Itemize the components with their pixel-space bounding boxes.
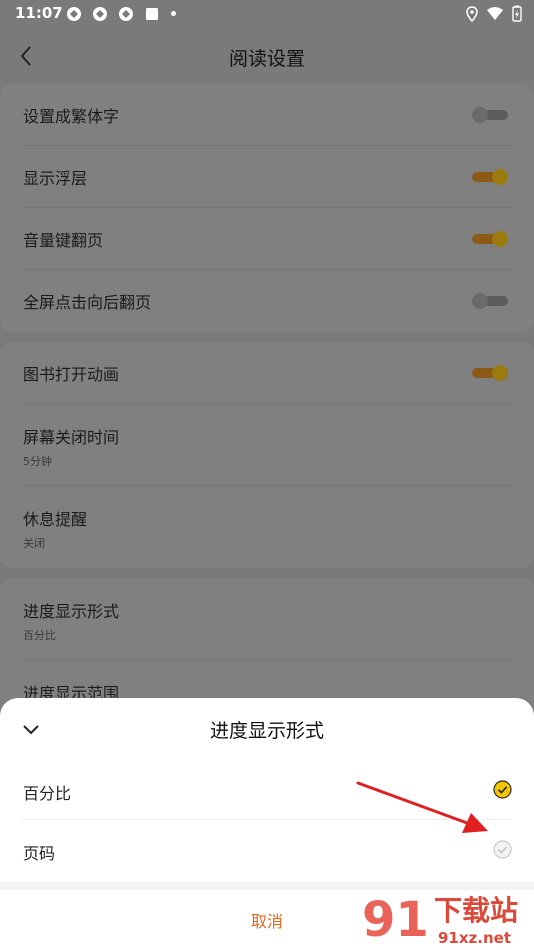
setting-label: 图书打开动画 [23,365,120,384]
watermark-domain: 91xz.net [438,929,511,947]
site-logo-icon: 91 下载站 91xz.net [362,892,518,948]
app-header: 阅读设置 [0,28,534,84]
location-icon [466,5,478,22]
setting-label: 进度显示形式 [23,602,120,621]
sheet-title: 进度显示形式 [209,720,324,742]
sheet-header: 进度显示形式 [0,698,534,760]
notification-app-icon [93,7,107,21]
option-label: 百分比 [23,784,72,803]
setting-value: 关闭 [23,537,45,550]
setting-traditional-chinese[interactable]: 设置成繁体字 [22,84,512,146]
toggle-switch[interactable] [472,230,508,248]
setting-book-open-animation[interactable]: 图书打开动画 [22,342,512,404]
setting-label: 设置成繁体字 [23,107,120,126]
settings-group: 设置成繁体字 显示浮层 音量键翻页 全屏点击向后翻页 [0,84,534,332]
setting-screen-off-time[interactable]: 屏幕关闭时间 5分钟 [22,404,512,486]
watermark-mark: 91 [362,892,429,948]
toggle-switch[interactable] [472,364,508,382]
notification-app-icon [67,7,81,21]
setting-label: 屏幕关闭时间 [23,428,120,447]
setting-label: 全屏点击向后翻页 [23,293,152,312]
settings-group: 图书打开动画 屏幕关闭时间 5分钟 休息提醒 关闭 [0,342,534,568]
page-title: 阅读设置 [228,48,305,70]
sheet-divider [0,882,534,890]
option-label: 页码 [23,844,56,863]
wifi-icon [487,6,503,20]
setting-fullscreen-tap[interactable]: 全屏点击向后翻页 [22,270,512,332]
setting-progress-format[interactable]: 进度显示形式 百分比 [22,578,512,660]
notification-dot-icon [171,11,176,16]
setting-value: 百分比 [23,629,56,642]
setting-volume-key-page[interactable]: 音量键翻页 [22,208,512,270]
toggle-switch[interactable] [472,106,508,124]
toggle-switch[interactable] [472,292,508,310]
status-bar: 11:07 [0,0,534,28]
setting-label: 休息提醒 [23,510,88,529]
battery-icon [512,5,522,22]
setting-show-overlay[interactable]: 显示浮层 [22,146,512,208]
notification-square-icon [146,8,158,20]
status-time: 11:07 [15,4,63,22]
setting-label: 音量键翻页 [23,231,104,250]
annotation-arrow-icon [356,781,488,833]
watermark: 91 下载站 91xz.net [362,890,534,950]
watermark-brand: 下载站 [434,894,518,927]
setting-value: 5分钟 [23,455,52,468]
settings-list: 设置成繁体字 显示浮层 音量键翻页 全屏点击向后翻页 图书打开动画 屏幕关闭时间… [0,84,534,752]
notification-app-icon [119,7,133,21]
setting-rest-reminder[interactable]: 休息提醒 关闭 [22,486,512,568]
toggle-switch[interactable] [472,168,508,186]
setting-label: 显示浮层 [23,169,88,188]
